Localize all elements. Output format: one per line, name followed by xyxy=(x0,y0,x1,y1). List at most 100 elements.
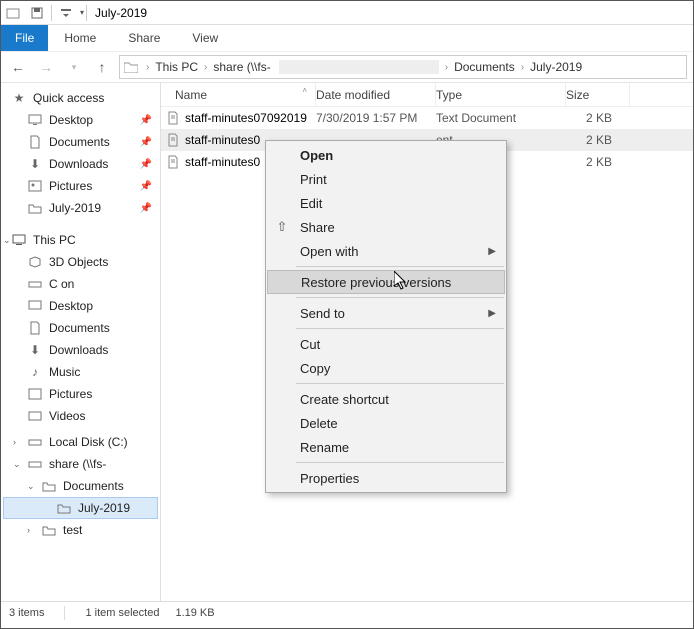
recent-dropdown[interactable]: ▾ xyxy=(63,62,85,73)
sidebar-downloads2[interactable]: ⬇ Downloads xyxy=(1,339,160,361)
separator xyxy=(296,383,504,384)
file-row[interactable]: staff-minutes07092019 7/30/2019 1:57 PM … xyxy=(161,107,693,129)
status-item-count: 3 items xyxy=(9,607,44,619)
label: Desktop xyxy=(49,299,93,313)
chevron-right-icon[interactable]: › xyxy=(519,62,526,73)
context-menu: Open Print Edit ⇧ Share Open with▶ Resto… xyxy=(265,140,507,493)
address-bar[interactable]: › This PC › share (\\fs- › Documents › J… xyxy=(119,55,687,79)
file-size: 2 KB xyxy=(566,133,630,147)
caret-down-icon[interactable]: ▾ xyxy=(80,8,84,17)
sidebar-documents2[interactable]: Documents xyxy=(1,317,160,339)
label: Downloads xyxy=(49,157,108,171)
expand-caret-icon[interactable]: ⌄ xyxy=(3,235,11,246)
download-icon: ⬇ xyxy=(27,157,43,171)
expand-caret-icon[interactable]: › xyxy=(27,525,30,535)
this-pc-header[interactable]: ⌄ This PC xyxy=(1,229,160,251)
sidebar-sharedrive[interactable]: ⌄ share (\\fs- xyxy=(1,453,160,475)
col-date[interactable]: Date modified xyxy=(316,83,436,106)
ctx-restore-previous[interactable]: Restore previous versions xyxy=(267,270,505,294)
sidebar-july[interactable]: July-2019 📌 xyxy=(1,197,160,219)
sidebar-documents[interactable]: Documents 📌 xyxy=(1,131,160,153)
up-button[interactable]: ↑ xyxy=(91,59,113,75)
label: Pictures xyxy=(49,387,92,401)
chevron-right-icon[interactable]: › xyxy=(443,62,450,73)
document-icon xyxy=(27,321,43,335)
back-button[interactable]: ← xyxy=(7,59,29,75)
desktop-icon xyxy=(27,300,43,312)
label: C on xyxy=(49,277,74,291)
ctx-rename[interactable]: Rename xyxy=(266,435,506,459)
share-tab[interactable]: Share xyxy=(112,25,176,51)
label: Videos xyxy=(49,409,85,423)
file-size: 2 KB xyxy=(566,111,630,125)
sidebar-desktop[interactable]: Desktop 📌 xyxy=(1,109,160,131)
sidebar-tree-documents[interactable]: ⌄ Documents xyxy=(1,475,160,497)
sidebar-con[interactable]: C on xyxy=(1,273,160,295)
sidebar-downloads[interactable]: ⬇ Downloads 📌 xyxy=(1,153,160,175)
col-size[interactable]: Size xyxy=(566,83,630,106)
ctx-edit[interactable]: Edit xyxy=(266,191,506,215)
chevron-right-icon[interactable]: › xyxy=(144,62,151,73)
pictures-icon xyxy=(27,180,43,192)
sidebar-desktop2[interactable]: Desktop xyxy=(1,295,160,317)
ctx-copy[interactable]: Copy xyxy=(266,356,506,380)
ribbon-tabs: File Home Share View xyxy=(1,25,693,51)
sort-asc-icon: ˄ xyxy=(302,86,307,95)
ctx-properties[interactable]: Properties xyxy=(266,466,506,490)
col-type[interactable]: Type xyxy=(436,83,566,106)
separator xyxy=(296,328,504,329)
column-headers: Name˄ Date modified Type Size xyxy=(161,83,693,107)
ctx-cut[interactable]: Cut xyxy=(266,332,506,356)
folder-icon xyxy=(56,502,72,514)
redacted-segment xyxy=(279,60,439,74)
expand-caret-icon[interactable]: › xyxy=(13,437,16,447)
expand-caret-icon[interactable]: ⌄ xyxy=(13,459,21,470)
ctx-shortcut[interactable]: Create shortcut xyxy=(266,387,506,411)
music-icon: ♪ xyxy=(27,365,43,379)
drive-icon xyxy=(27,279,43,289)
sidebar-3dobjects[interactable]: 3D Objects xyxy=(1,251,160,273)
file-tab[interactable]: File xyxy=(1,25,48,51)
desktop-icon xyxy=(27,114,43,126)
label: 3D Objects xyxy=(49,255,108,269)
file-size: 2 KB xyxy=(566,155,630,169)
quick-save-icon[interactable] xyxy=(29,5,45,21)
quick-access-header[interactable]: ★ Quick access xyxy=(1,87,160,109)
sidebar-tree-test[interactable]: › test xyxy=(1,519,160,541)
crumb-current[interactable]: July-2019 xyxy=(526,60,586,74)
qat-customize-icon[interactable] xyxy=(58,5,74,21)
ctx-share[interactable]: ⇧ Share xyxy=(266,215,506,239)
ctx-delete[interactable]: Delete xyxy=(266,411,506,435)
ctx-openwith[interactable]: Open with▶ xyxy=(266,239,506,263)
label: July-2019 xyxy=(49,201,101,215)
sidebar-localdisk[interactable]: › Local Disk (C:) xyxy=(1,431,160,453)
view-tab[interactable]: View xyxy=(176,25,234,51)
pin-icon: 📌 xyxy=(140,203,152,214)
label: July-2019 xyxy=(78,501,130,515)
nav-toolbar: ← → ▾ ↑ › This PC › share (\\fs- › Docum… xyxy=(1,51,693,83)
ctx-print[interactable]: Print xyxy=(266,167,506,191)
status-size: 1.19 KB xyxy=(175,607,214,619)
crumb-share[interactable]: share (\\fs- xyxy=(209,60,274,74)
ctx-sendto[interactable]: Send to▶ xyxy=(266,301,506,325)
navigation-pane[interactable]: ★ Quick access Desktop 📌 Documents 📌 ⬇ D… xyxy=(1,83,161,601)
separator xyxy=(296,462,504,463)
sidebar-music[interactable]: ♪ Music xyxy=(1,361,160,383)
label: Documents xyxy=(49,135,110,149)
crumb-documents[interactable]: Documents xyxy=(450,60,519,74)
forward-button[interactable]: → xyxy=(35,59,57,75)
text-file-icon xyxy=(161,133,185,147)
file-name: staff-minutes07092019 xyxy=(185,111,316,125)
col-name[interactable]: Name˄ xyxy=(161,83,316,106)
expand-caret-icon[interactable]: ⌄ xyxy=(27,481,35,492)
ctx-open[interactable]: Open xyxy=(266,143,506,167)
crumb-thispc[interactable]: This PC xyxy=(151,60,202,74)
submenu-arrow-icon: ▶ xyxy=(488,308,496,319)
home-tab[interactable]: Home xyxy=(48,25,112,51)
separator xyxy=(296,266,504,267)
sidebar-videos[interactable]: Videos xyxy=(1,405,160,427)
chevron-right-icon[interactable]: › xyxy=(202,62,209,73)
sidebar-pictures2[interactable]: Pictures xyxy=(1,383,160,405)
sidebar-pictures[interactable]: Pictures 📌 xyxy=(1,175,160,197)
sidebar-tree-july[interactable]: July-2019 xyxy=(3,497,158,519)
